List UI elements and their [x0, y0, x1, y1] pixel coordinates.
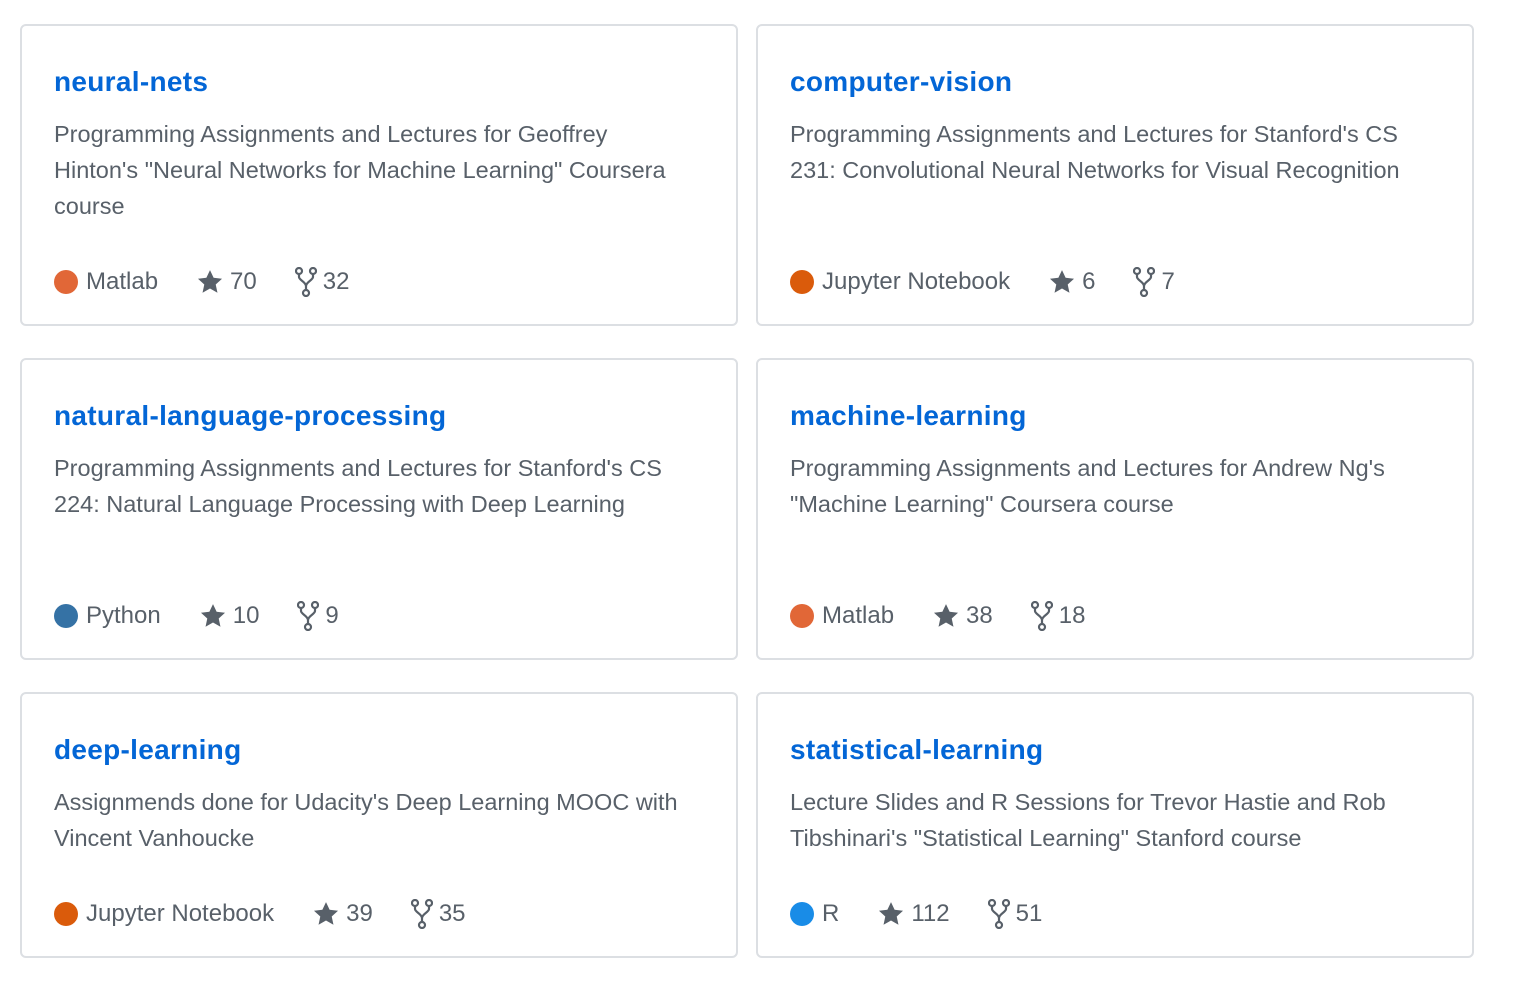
repo-language: Jupyter Notebook: [54, 900, 274, 928]
language-label: R: [822, 900, 840, 927]
language-label: Python: [86, 602, 161, 629]
language-color-dot: [54, 270, 78, 294]
language-color-dot: [54, 902, 78, 926]
forks-link[interactable]: 32: [294, 267, 350, 297]
stars-link[interactable]: 39: [312, 900, 373, 928]
stars-count: 112: [911, 900, 950, 927]
repo-meta: Matlab 70 32: [54, 264, 387, 300]
star-icon: [314, 902, 339, 925]
repo-forked-icon: [297, 601, 320, 631]
repo-card: neural-nets Programming Assignments and …: [20, 24, 738, 326]
stars-link[interactable]: 6: [1048, 268, 1095, 296]
language-color-dot: [790, 902, 814, 926]
stars-link[interactable]: 70: [196, 268, 257, 296]
repo-forked-icon: [987, 899, 1010, 929]
repo-card: deep-learning Assignmends done for Udaci…: [20, 692, 738, 958]
language-color-dot: [54, 604, 78, 628]
stars-count: 6: [1082, 268, 1096, 295]
repo-meta: Matlab 38 18: [790, 598, 1123, 634]
language-label: Jupyter Notebook: [86, 900, 275, 927]
forks-link[interactable]: 9: [297, 601, 339, 631]
forks-link[interactable]: 51: [987, 899, 1043, 929]
stars-count: 70: [230, 268, 257, 295]
repo-description: Programming Assignments and Lectures for…: [54, 121, 666, 219]
repo-name-link[interactable]: computer-vision: [790, 64, 1012, 100]
repo-description: Assignmends done for Udacity's Deep Lear…: [54, 789, 678, 851]
repo-meta: Jupyter Notebook 6 7: [790, 264, 1213, 300]
star-icon: [879, 902, 904, 925]
repo-language: Python: [54, 602, 161, 630]
repo-card: machine-learning Programming Assignments…: [756, 358, 1474, 660]
repo-language: Jupyter Notebook: [790, 268, 1010, 296]
stars-count: 10: [232, 602, 260, 629]
repo-language: Matlab: [790, 602, 894, 630]
forks-count: 35: [438, 900, 466, 927]
repo-forked-icon: [410, 899, 433, 929]
language-color-dot: [790, 270, 814, 294]
language-label: Jupyter Notebook: [822, 268, 1011, 295]
repo-description: Programming Assignments and Lectures for…: [790, 455, 1385, 517]
language-label: Matlab: [86, 268, 159, 295]
repo-language: R: [790, 900, 839, 928]
stars-link[interactable]: 10: [199, 602, 260, 630]
forks-link[interactable]: 18: [1030, 601, 1086, 631]
repo-name-link[interactable]: deep-learning: [54, 732, 242, 768]
forks-count: 32: [322, 268, 350, 295]
forks-count: 7: [1161, 268, 1175, 295]
repo-card: natural-language-processing Programming …: [20, 358, 738, 660]
stars-link[interactable]: 38: [932, 602, 993, 630]
star-icon: [198, 270, 223, 293]
stars-count: 38: [966, 602, 993, 629]
stars-link[interactable]: 112: [877, 900, 950, 928]
repo-language: Matlab: [54, 268, 158, 296]
forks-count: 9: [325, 602, 339, 629]
pinned-repos-grid: neural-nets Programming Assignments and …: [0, 0, 1522, 984]
repo-forked-icon: [1030, 601, 1053, 631]
repo-name-link[interactable]: machine-learning: [790, 398, 1027, 434]
repo-meta: R 112 51: [790, 896, 1080, 932]
repo-forked-icon: [1133, 267, 1156, 297]
repo-forked-icon: [294, 267, 317, 297]
forks-link[interactable]: 7: [1133, 267, 1175, 297]
language-color-dot: [790, 604, 814, 628]
star-icon: [934, 604, 959, 627]
repo-description: Programming Assignments and Lectures for…: [790, 121, 1400, 183]
star-icon: [1050, 270, 1075, 293]
repo-name-link[interactable]: statistical-learning: [790, 732, 1043, 768]
forks-count: 18: [1058, 602, 1086, 629]
forks-count: 51: [1015, 900, 1043, 927]
repo-meta: Jupyter Notebook 39 35: [54, 896, 504, 932]
repo-card: statistical-learning Lecture Slides and …: [756, 692, 1474, 958]
repo-name-link[interactable]: natural-language-processing: [54, 398, 446, 434]
stars-count: 39: [346, 900, 373, 927]
repo-meta: Python 10 9: [54, 598, 377, 634]
repo-description: Programming Assignments and Lectures for…: [54, 455, 662, 517]
language-label: Matlab: [822, 602, 895, 629]
star-icon: [200, 604, 225, 627]
forks-link[interactable]: 35: [410, 899, 466, 929]
repo-card: computer-vision Programming Assignments …: [756, 24, 1474, 326]
repo-description: Lecture Slides and R Sessions for Trevor…: [790, 789, 1386, 851]
repo-name-link[interactable]: neural-nets: [54, 64, 208, 100]
